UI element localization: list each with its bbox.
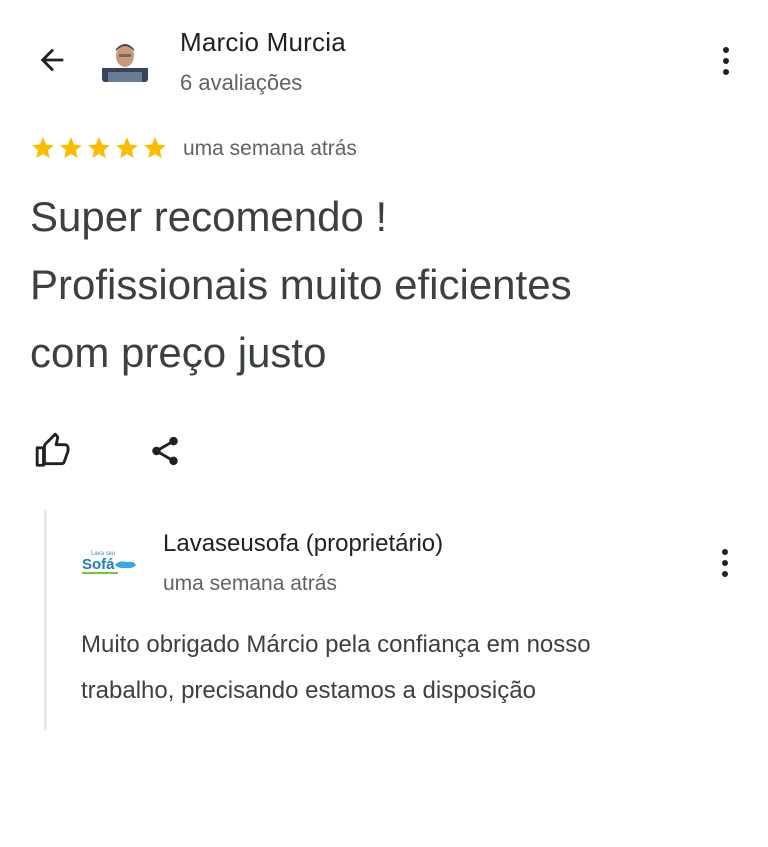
- thumb-up-icon: [35, 432, 70, 467]
- more-vert-icon: [723, 47, 729, 75]
- logo-text-main: Sofá: [82, 556, 115, 573]
- reply-text: Muito obrigado Márcio pela confiança em …: [81, 622, 731, 714]
- reply-more-options-button[interactable]: [715, 546, 735, 580]
- more-vert-icon: [722, 549, 728, 577]
- review-text-line: Profissionais muito eficientes: [30, 261, 572, 308]
- star-icon: [116, 137, 138, 158]
- review-text: Super recomendo ! Profissionais muito ef…: [30, 183, 740, 387]
- star-icon: [32, 137, 54, 158]
- star-icon: [144, 137, 166, 158]
- reviewer-avatar[interactable]: [102, 36, 148, 82]
- like-button[interactable]: [34, 432, 72, 470]
- reply-text-line: Muito obrigado Márcio pela confiança em …: [81, 631, 591, 658]
- review-text-line: com preço justo: [30, 329, 327, 376]
- back-button[interactable]: [30, 38, 74, 82]
- reply-text-line: trabalho, precisando estamos a disposiçã…: [81, 677, 536, 704]
- owner-logo: Lava seu Sofá: [79, 548, 139, 580]
- star-rating: [30, 135, 168, 161]
- star-icon: [60, 137, 82, 158]
- reviewer-name[interactable]: Marcio Murcia: [180, 27, 346, 58]
- reply-time: uma semana atrás: [163, 572, 337, 595]
- star-icon: [88, 137, 110, 158]
- owner-name: Lavaseusofa (proprietário): [163, 530, 444, 557]
- arrow-back-icon: [40, 48, 64, 72]
- share-icon: [152, 436, 178, 466]
- review-time: uma semana atrás: [183, 137, 357, 160]
- review-count: 6 avaliações: [180, 70, 303, 95]
- more-options-button[interactable]: [716, 44, 736, 78]
- review-header: Marcio Murcia 6 avaliações: [0, 0, 768, 110]
- share-button[interactable]: [148, 434, 182, 468]
- review-text-line: Super recomendo !: [30, 193, 388, 240]
- owner-reply: Lava seu Sofá Lavaseusofa (proprietário)…: [44, 510, 747, 730]
